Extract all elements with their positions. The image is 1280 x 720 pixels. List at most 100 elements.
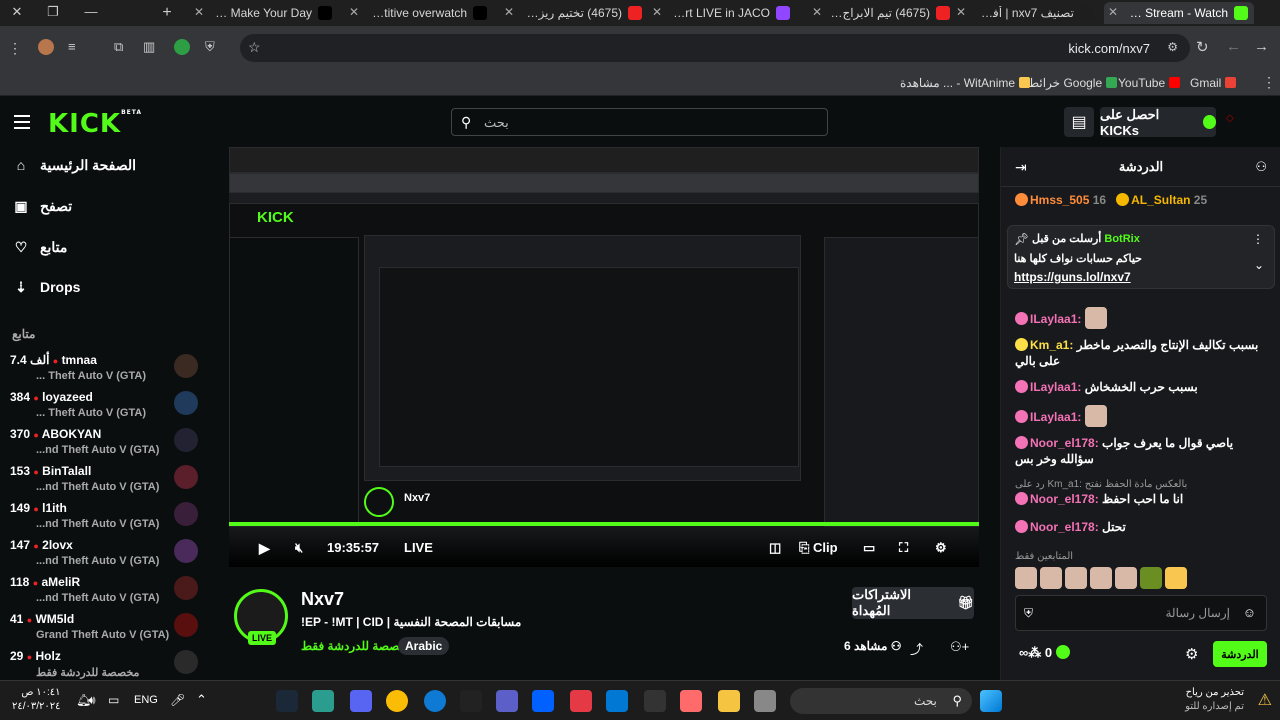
teams-icon[interactable]: [496, 690, 518, 712]
following-channel[interactable]: 384 ● loyazeed... Theft Auto V (GTA): [8, 389, 198, 423]
following-channel[interactable]: 370 ● ABOKYAN ...nd Theft Auto V (GTA): [8, 426, 198, 460]
pinned-link[interactable]: https://guns.lol/nxv7: [1014, 270, 1131, 284]
task-view-icon[interactable]: [754, 690, 776, 712]
pinned-message[interactable]: 📌︎ أرسلت من قبل BotRix ⋮ حياكم حسابات نو…: [1007, 225, 1275, 289]
chat-message[interactable]: Noor_el178: تحتل: [1015, 519, 1267, 535]
nav-drops[interactable]: ⇣ Drops: [12, 279, 192, 296]
clock[interactable]: ١٠:٤١ ص ٢٤/٠٣/٢٠٢٤: [12, 686, 61, 714]
chat-username[interactable]: Noor_el178:: [1030, 436, 1099, 450]
mute-icon[interactable]: 🔇︎: [295, 540, 303, 556]
miniplayer-icon[interactable]: ◫: [769, 540, 781, 556]
warning-icon[interactable]: ⚠: [1258, 690, 1272, 710]
chat-message[interactable]: ILaylaa1:: [1015, 405, 1267, 427]
chat-username[interactable]: ILaylaa1:: [1030, 380, 1081, 394]
file-explorer-icon[interactable]: [718, 690, 740, 712]
chrome-icon[interactable]: [386, 690, 408, 712]
language-tag[interactable]: Arabic: [398, 637, 450, 655]
follow-user-icon[interactable]: ⚇+: [950, 639, 969, 655]
following-channel[interactable]: 118 ● aMeliR ...nd Theft Auto V (GTA): [8, 574, 198, 608]
play-icon[interactable]: ▶: [259, 540, 270, 557]
close-tab-icon[interactable]: ✕: [652, 5, 662, 19]
tray-chevron-icon[interactable]: ⌃: [196, 692, 207, 708]
close-tab-icon[interactable]: ✕: [812, 5, 822, 19]
shield-icon[interactable]: ⛨: [205, 39, 215, 55]
extension-icon[interactable]: [38, 39, 54, 55]
minimize-window-icon[interactable]: —: [76, 4, 106, 19]
bookmark-youtube[interactable]: YouTube: [1118, 76, 1181, 90]
browser-tab[interactable]: ✕JACOSport LIVE in JACO: [648, 2, 796, 24]
forward-icon[interactable]: ←: [1226, 38, 1241, 55]
close-tab-icon[interactable]: ✕: [349, 5, 359, 19]
hamburger-menu-icon[interactable]: [14, 115, 30, 133]
channel-name[interactable]: Nxv7: [301, 589, 344, 610]
weather-widget[interactable]: تحذير من رياح تم إصداره للتو: [1185, 686, 1244, 714]
reader-icon[interactable]: ▥: [143, 39, 155, 55]
close-tab-icon[interactable]: ✕: [504, 5, 514, 19]
video-player[interactable]: KICK Nxv7: [229, 147, 979, 567]
gifted-subs-button[interactable]: الاشتراكات المُهداة 🎁︎: [852, 587, 974, 619]
following-channel[interactable]: 29 ● Holz مخصصة للدردشة فقط: [8, 648, 198, 682]
dropbox-icon[interactable]: [532, 690, 554, 712]
following-channel[interactable]: 149 ● l1ith ...nd Theft Auto V (GTA): [8, 500, 198, 534]
get-kicks-button[interactable]: احصل على KICKs: [1100, 107, 1216, 138]
chat-username[interactable]: Noor_el178:: [1030, 520, 1099, 534]
browser-tab[interactable]: ✕(4675) تيم الابراج ضد شوتر: [808, 2, 956, 24]
nav-browse[interactable]: ▣ تصفح: [12, 198, 192, 215]
reload-icon[interactable]: ↻: [1196, 38, 1209, 56]
close-tab-icon[interactable]: ✕: [194, 5, 204, 19]
bookmarks-overflow-icon[interactable]: ⋮: [1262, 74, 1276, 91]
browser-tab[interactable]: ✕ تصنيف nxv7 | أفضل: [952, 2, 1100, 24]
following-channel[interactable]: 41 ● WM5ld Grand Theft Auto V (GTA): [8, 611, 198, 645]
queue-icon[interactable]: ≡: [68, 39, 76, 54]
restore-window-icon[interactable]: ❐: [38, 4, 68, 20]
site-settings-icon[interactable]: ⚙: [1167, 40, 1178, 54]
address-bar[interactable]: ☆ kick.com/nxv7 ⚙: [240, 34, 1190, 62]
chat-username[interactable]: Noor_el178:: [1030, 492, 1099, 506]
extensions-puzzle-icon[interactable]: ⧉: [114, 39, 123, 55]
steam-icon[interactable]: [276, 690, 298, 712]
back-icon[interactable]: →: [1254, 38, 1269, 55]
taskbar-search[interactable]: بحث ⚲: [790, 688, 972, 714]
app-icon[interactable]: [570, 690, 592, 712]
more-menu-icon[interactable]: ⋮: [8, 40, 22, 57]
browser-tab[interactable]: ✕(4675) تختيم ريزدنت ايفل 7: [500, 2, 648, 24]
kick-logo[interactable]: KICKBETA: [48, 109, 142, 139]
nav-home[interactable]: ⌂ الصفحة الرئيسية: [12, 157, 192, 174]
browser-tab[interactable]: ✕TikTok - Make Your Day: [190, 2, 338, 24]
adblock-icon[interactable]: [174, 39, 190, 55]
display-icon[interactable]: ▭: [108, 693, 119, 707]
edge-icon[interactable]: [424, 690, 446, 712]
bookmark-star-icon[interactable]: ☆: [248, 39, 261, 56]
stream-category[interactable]: مخصصة للدردشة فقط: [301, 639, 414, 653]
clip-button[interactable]: ⎘ Clip: [799, 540, 838, 556]
search-input[interactable]: ⚲ بحث: [451, 108, 828, 136]
chat-input[interactable]: ⛨ إرسال رسالة ☺: [1015, 595, 1267, 631]
chat-username[interactable]: ILaylaa1:: [1030, 410, 1081, 424]
live-progress-bar[interactable]: [229, 522, 979, 526]
chat-message[interactable]: ILaylaa1: بسبب حرب الخشخاش: [1015, 379, 1267, 395]
following-channel[interactable]: 147 ● 2lovx ...nd Theft Auto V (GTA): [8, 537, 198, 571]
microphone-icon[interactable]: 🎤︎: [170, 693, 185, 707]
user-avatar[interactable]: ◇: [1226, 113, 1252, 131]
start-icon[interactable]: [980, 690, 1002, 712]
outlook-icon[interactable]: [606, 690, 628, 712]
close-tab-icon[interactable]: ✕: [1108, 5, 1118, 19]
discord-icon[interactable]: [350, 690, 372, 712]
theater-mode-icon[interactable]: ▭: [863, 540, 875, 556]
chat-message[interactable]: Noor_el178: ياصي قوال ما يعرف جواب سؤالل…: [1015, 435, 1267, 467]
volume-icon[interactable]: 🔊︎: [88, 693, 96, 708]
language-indicator[interactable]: ENG: [134, 694, 158, 706]
close-window-icon[interactable]: ✕: [2, 4, 32, 20]
close-tab-icon[interactable]: ✕: [956, 5, 966, 19]
library-icon[interactable]: ▤: [1064, 107, 1094, 137]
chat-message[interactable]: ILaylaa1:: [1015, 307, 1267, 329]
copilot-icon[interactable]: [680, 690, 702, 712]
send-chat-button[interactable]: الدردشة: [1213, 641, 1267, 667]
chat-message[interactable]: Noor_el178: انا ما احب احفظ: [1015, 491, 1267, 507]
bookmark-witanime[interactable]: مشاهدة ... - WitAnime: [900, 76, 1031, 90]
following-channel[interactable]: 153 ● BinTalall ...nd Theft Auto V (GTA): [8, 463, 198, 497]
bookmark-gmail[interactable]: Gmail: [1190, 76, 1237, 90]
browser-tab[interactable]: ✕X \ Competitive overwatch: [345, 2, 493, 24]
chevron-down-icon[interactable]: ⌄: [1254, 258, 1264, 272]
fullscreen-icon[interactable]: ⛶: [899, 540, 908, 556]
